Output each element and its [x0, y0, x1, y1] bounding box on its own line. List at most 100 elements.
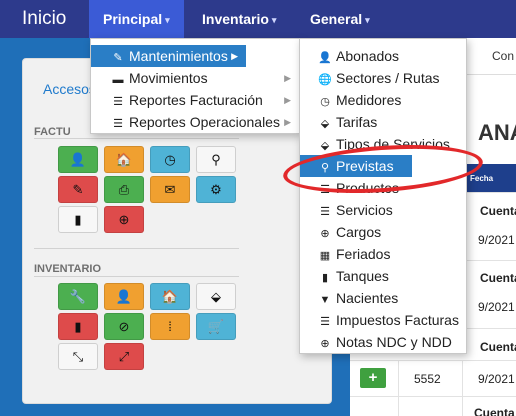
submenu-item[interactable]: ⊕ Notas NDC y NDD [300, 331, 466, 353]
menu-item[interactable]: ☰ Reportes Facturación ▶ [91, 89, 299, 111]
submenu-item-label: Abonados [336, 48, 400, 64]
menu-icon: ▬ [112, 74, 124, 86]
menu-item-label: Reportes Operacionales [129, 114, 280, 130]
submenu-item[interactable]: 🌐 Sectores / Rutas [300, 67, 466, 89]
table-cell: Cuenta [480, 204, 516, 218]
tile-button[interactable]: ⬙ [196, 283, 236, 310]
chevron-down-icon: ▾ [365, 15, 370, 25]
tile-button[interactable]: 🏠 [104, 146, 144, 173]
wrench-icon: 🔧 [69, 288, 87, 304]
menu-icon: ▼ [319, 294, 331, 306]
compress-icon: ⤡ [72, 348, 84, 364]
submenu-item[interactable]: ☰ Impuestos Facturas [300, 309, 466, 331]
submenu-item[interactable]: ⊕ Cargos [300, 221, 466, 243]
nav-inventario[interactable]: Inventario ▾ [188, 0, 290, 38]
mantenimientos-submenu: 👤 Abonados 🌐 Sectores / Rutas ◷ Medidores ⬙ Tar… [299, 38, 467, 354]
tile-button[interactable]: 🏠 [150, 283, 190, 310]
submenu-item-label: Feriados [336, 246, 391, 262]
tile-button[interactable]: 🔧 [58, 283, 98, 310]
print-icon: ⎙ [118, 181, 130, 197]
menu-item[interactable]: ✎ Mantenimientos ▶ [91, 45, 246, 67]
divider [34, 138, 239, 139]
table-cell: Cuenta [480, 271, 516, 285]
tile-button[interactable]: 👤 [104, 283, 144, 310]
nav-principal[interactable]: Principal ▾ [89, 0, 184, 38]
menu-item-label: Mantenimientos [129, 48, 228, 64]
tile-button[interactable]: ⤡ [58, 343, 98, 370]
table-cell: Cuenta [480, 340, 516, 354]
tile-button[interactable]: ⊘ [104, 313, 144, 340]
check-circle-icon: ⊘ [118, 318, 130, 334]
submenu-item[interactable]: ☰ Servicios [300, 199, 466, 221]
nav-principal-label: Principal [103, 11, 163, 27]
chevron-down-icon: ▾ [271, 15, 277, 25]
bookmark-icon: ▮ [74, 318, 82, 334]
menu-item-label: Reportes Facturación [129, 92, 263, 108]
menu-icon: ▮ [321, 272, 329, 284]
chevron-right-icon: ▶ [284, 95, 291, 105]
menu-icon: 👤 [318, 52, 332, 64]
tile-button[interactable]: ✎ [58, 176, 98, 203]
section-label-inventario: INVENTARIO [34, 263, 102, 275]
tile-button[interactable]: ⁞ [150, 313, 190, 340]
submenu-item[interactable]: ▮ Tanques [300, 265, 466, 287]
menu-item[interactable]: ☰ Reportes Operacionales ▶ [91, 111, 299, 133]
submenu-item-label: Nacientes [336, 290, 399, 306]
submenu-item[interactable]: ⬙ Tarifas [300, 111, 466, 133]
menu-item[interactable]: ▬ Movimientos ▶ [91, 67, 299, 89]
submenu-item-label: Tarifas [336, 114, 378, 130]
chevron-right-icon: ▶ [284, 117, 291, 127]
divider [350, 360, 516, 361]
tile-button[interactable]: 🛒 [196, 313, 236, 340]
submenu-item[interactable]: ▼ Nacientes [300, 287, 466, 309]
plus-circle-icon: ⊕ [118, 211, 130, 227]
tile-button[interactable]: ⚲ [196, 146, 236, 173]
menu-icon: 🌐 [318, 74, 332, 86]
tile-button[interactable]: ◷ [150, 146, 190, 173]
tile-button[interactable]: ✉ [150, 176, 190, 203]
chevron-right-icon: ▶ [284, 73, 291, 83]
tile-button[interactable]: ⤢ [104, 343, 144, 370]
menu-icon: ☰ [320, 206, 330, 218]
table-cell: Cuenta [474, 406, 515, 416]
menu-icon: ◷ [320, 96, 330, 108]
gear-icon: ⚙ [210, 181, 222, 197]
tab-con[interactable]: Con [492, 49, 514, 63]
table-cell: 5552 [414, 372, 441, 386]
submenu-item-label: Notas NDC y NDD [336, 334, 452, 350]
nav-general[interactable]: General ▾ [296, 0, 384, 38]
envelope-icon: ✉ [164, 181, 176, 197]
tile-button[interactable]: ⚙ [196, 176, 236, 203]
tile-button[interactable]: ▮ [58, 206, 98, 233]
home-icon: 🏠 [161, 288, 179, 304]
submenu-item[interactable]: 👤 Abonados [300, 45, 466, 67]
tile-button[interactable]: 👤 [58, 146, 98, 173]
divider [34, 276, 239, 277]
divider [462, 360, 463, 416]
file-icon: ▮ [74, 211, 82, 227]
divider [34, 248, 239, 249]
submenu-item[interactable]: ◷ Medidores [300, 89, 466, 111]
menu-icon: ☰ [113, 118, 123, 130]
table-cell: 9/2021 [478, 233, 515, 247]
expand-icon: ⤢ [118, 348, 130, 364]
tile-button[interactable]: ⊕ [104, 206, 144, 233]
divider [350, 396, 516, 397]
submenu-item-label: Tanques [336, 268, 389, 284]
map-marker-icon: ⚲ [211, 151, 221, 167]
user-icon: 👤 [69, 151, 87, 167]
submenu-item-label: Servicios [336, 202, 393, 218]
tile-button[interactable]: ⎙ [104, 176, 144, 203]
submenu-item-label: Impuestos Facturas [336, 312, 459, 328]
add-button[interactable]: + [360, 368, 386, 388]
submenu-item[interactable]: ▦ Feriados [300, 243, 466, 265]
menu-icon: ⊕ [320, 338, 330, 350]
tile-button[interactable]: ▮ [58, 313, 98, 340]
road-icon: ⁞ [168, 319, 172, 334]
accesos-link[interactable]: Accesos [43, 81, 96, 97]
brand-link[interactable]: Inicio [22, 8, 66, 30]
submenu-item-label: Medidores [336, 92, 402, 108]
menu-icon: ✎ [113, 52, 123, 64]
menu-item-label: Movimientos [129, 70, 208, 86]
top-navbar: Inicio Principal ▾ Inventario ▾ General ▾ [0, 0, 516, 38]
